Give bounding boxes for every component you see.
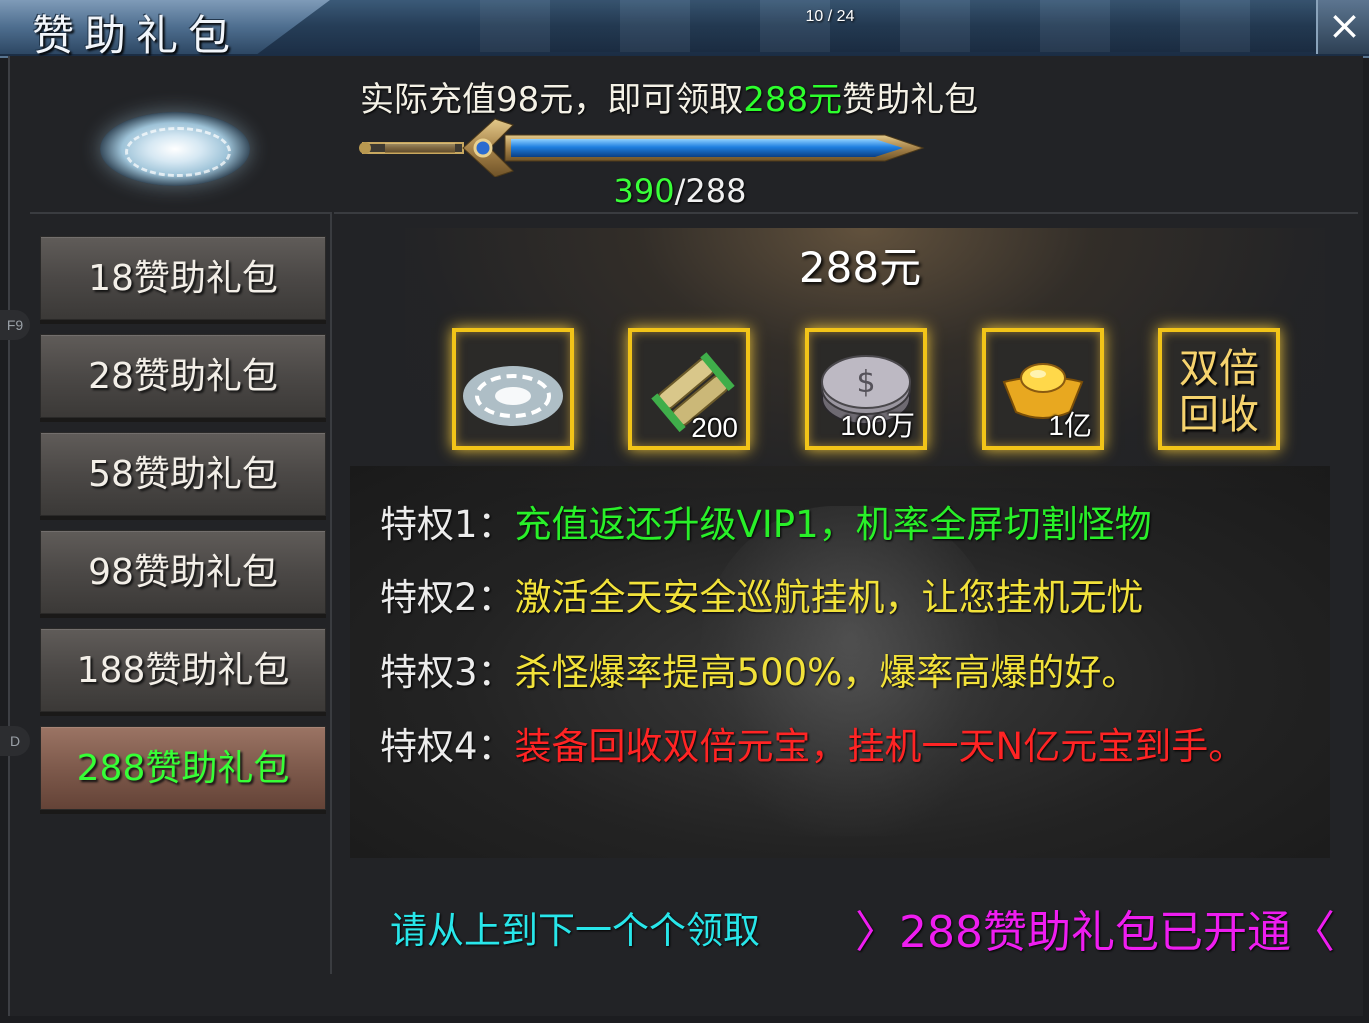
requirement-amount: 288元 bbox=[743, 80, 843, 120]
progress-current: 390 bbox=[613, 172, 675, 210]
double-recycle-line2: 回收 bbox=[1179, 392, 1259, 438]
claim-order-note: 请从上到下一个个领取 bbox=[390, 909, 760, 952]
divider-right bbox=[334, 212, 1358, 214]
tab-188-package[interactable]: 188赞助礼包 bbox=[40, 628, 326, 712]
close-icon: × bbox=[1327, 3, 1362, 49]
svg-text:$: $ bbox=[856, 365, 875, 400]
page-counter: 10 / 24 bbox=[805, 8, 855, 25]
hotkey-f9[interactable]: F9 bbox=[0, 310, 30, 340]
privilege-2: 特权2：激活全天安全巡航挂机，让您挂机无忧 bbox=[380, 567, 1144, 621]
reward-count: 1亿 bbox=[1048, 410, 1092, 441]
requirement-prefix: 实际充值98元，即可领取 bbox=[360, 80, 744, 120]
progress-text: 390/288 bbox=[560, 172, 800, 210]
requirement-text: 实际充值98元，即可领取288元赞助礼包 bbox=[360, 72, 978, 121]
privilege-label: 特权1： bbox=[380, 503, 515, 546]
reward-slot-double-recycle[interactable]: 双倍 回收 bbox=[1158, 328, 1280, 450]
title-decoration bbox=[480, 0, 1340, 52]
privilege-text: 激活全天安全巡航挂机，让您挂机无忧 bbox=[514, 576, 1144, 619]
privilege-label: 特权4： bbox=[380, 725, 515, 768]
requirement-suffix: 赞助礼包 bbox=[842, 80, 979, 120]
title-bar: 赞助礼包 10 / 24 × bbox=[0, 0, 1369, 60]
double-recycle-line1: 双倍 bbox=[1179, 346, 1259, 392]
privilege-text: 装备回收双倍元宝，挂机一天N亿元宝到手。 bbox=[514, 725, 1246, 768]
privilege-3: 特权3：杀怪爆率提高500%，爆率高爆的好。 bbox=[380, 642, 1138, 696]
tab-288-package[interactable]: 288赞助礼包 bbox=[40, 726, 326, 810]
double-recycle-icon: 双倍 回收 bbox=[1162, 346, 1276, 438]
close-button[interactable]: × bbox=[1316, 0, 1369, 54]
privilege-label: 特权3： bbox=[380, 651, 515, 694]
sword-progress-bar bbox=[359, 118, 925, 177]
reward-count: 200 bbox=[691, 412, 738, 443]
reward-slot-scroll[interactable]: 200 bbox=[628, 328, 750, 450]
package-status: 〉288赞助礼包已开通〈 bbox=[855, 907, 1335, 958]
divider-vertical bbox=[330, 212, 332, 974]
privilege-1: 特权1：充值返还升级VIP1，机率全屏切割怪物 bbox=[380, 494, 1152, 548]
tab-28-package[interactable]: 28赞助礼包 bbox=[40, 334, 326, 418]
reward-slot-vortex[interactable] bbox=[452, 328, 574, 450]
tab-98-package[interactable]: 98赞助礼包 bbox=[40, 530, 326, 614]
hotkey-d[interactable]: D bbox=[0, 726, 30, 756]
privilege-text: 杀怪爆率提高500%，爆率高爆的好。 bbox=[514, 651, 1139, 694]
progress-separator: / bbox=[674, 172, 686, 210]
tab-18-package[interactable]: 18赞助礼包 bbox=[40, 236, 326, 320]
reward-slot-silver-coin[interactable]: $ 100万 bbox=[805, 328, 927, 450]
privilege-label: 特权2： bbox=[380, 576, 515, 619]
vortex-icon bbox=[463, 366, 563, 426]
progress-target: 288 bbox=[685, 172, 747, 210]
window-title: 赞助礼包 bbox=[32, 11, 241, 60]
tab-58-package[interactable]: 58赞助礼包 bbox=[40, 432, 326, 516]
privilege-4: 特权4：装备回收双倍元宝，挂机一天N亿元宝到手。 bbox=[380, 716, 1245, 770]
price-title: 288元 bbox=[798, 243, 922, 292]
reward-count: 100万 bbox=[840, 410, 915, 441]
vortex-icon bbox=[100, 112, 250, 186]
reward-slot-gold-ingot[interactable]: 1亿 bbox=[982, 328, 1104, 450]
progress-fill bbox=[511, 139, 903, 157]
divider-left bbox=[30, 212, 330, 214]
privilege-text: 充值返还升级VIP1，机率全屏切割怪物 bbox=[514, 503, 1152, 546]
